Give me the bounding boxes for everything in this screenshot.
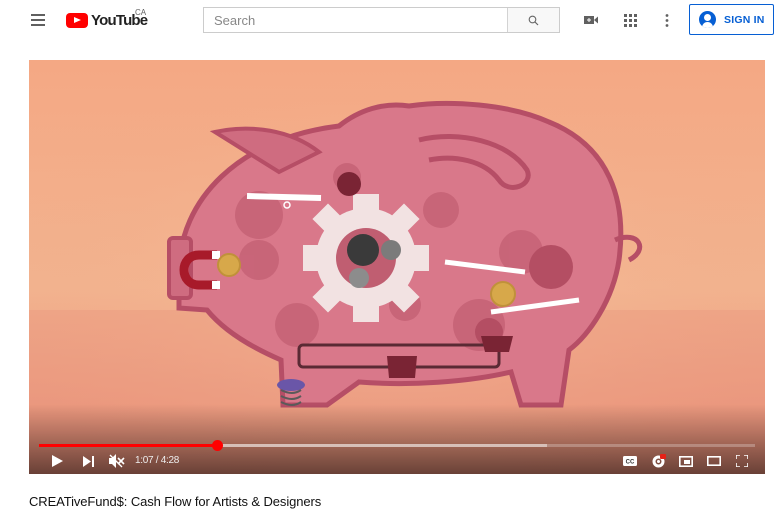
theater-mode-button[interactable]	[705, 453, 723, 469]
more-options-icon[interactable]	[658, 11, 676, 29]
duration: 4:28	[160, 455, 180, 466]
current-time: 1:07	[135, 455, 154, 466]
next-button[interactable]	[81, 453, 97, 469]
sign-in-button[interactable]: SIGN IN	[689, 4, 774, 35]
masthead: YouTube CA SIGN IN	[0, 0, 781, 40]
subtitles-button[interactable]: CC	[621, 453, 639, 469]
menu-icon[interactable]	[31, 14, 45, 26]
video-title: CREATiveFund$: Cash Flow for Artists & D…	[29, 494, 322, 509]
svg-text:CC: CC	[626, 460, 635, 466]
miniplayer-icon	[679, 455, 693, 467]
create-video-icon[interactable]	[582, 11, 600, 29]
account-icon	[699, 11, 716, 28]
settings-gear-icon	[652, 453, 666, 467]
settings-button[interactable]	[649, 453, 667, 469]
skip-next-icon	[83, 455, 94, 467]
time-display: 1:07 / 4:28	[135, 455, 179, 466]
time-separator: /	[153, 455, 161, 466]
miniplayer-button[interactable]	[677, 453, 695, 469]
search-icon	[528, 15, 539, 25]
mute-button[interactable]	[107, 453, 127, 469]
youtube-play-logo-icon	[66, 12, 88, 28]
search-input[interactable]	[204, 8, 507, 32]
fullscreen-button[interactable]	[733, 453, 751, 469]
sign-in-label: SIGN IN	[724, 13, 765, 26]
search-box	[203, 7, 560, 33]
youtube-logo[interactable]: YouTube CA	[66, 8, 148, 29]
progress-played	[39, 444, 218, 447]
country-code: CA	[135, 8, 147, 17]
play-icon	[52, 455, 63, 467]
apps-grid-icon[interactable]	[621, 11, 639, 29]
play-button[interactable]	[49, 453, 65, 469]
search-button[interactable]	[507, 8, 559, 32]
progress-bar[interactable]	[39, 440, 755, 451]
closed-captions-icon: CC	[623, 456, 637, 466]
theater-mode-icon	[707, 456, 721, 466]
video-player[interactable]: 1:07 / 4:28 CC	[29, 60, 765, 474]
fullscreen-icon	[736, 455, 748, 467]
volume-muted-icon	[109, 454, 125, 468]
